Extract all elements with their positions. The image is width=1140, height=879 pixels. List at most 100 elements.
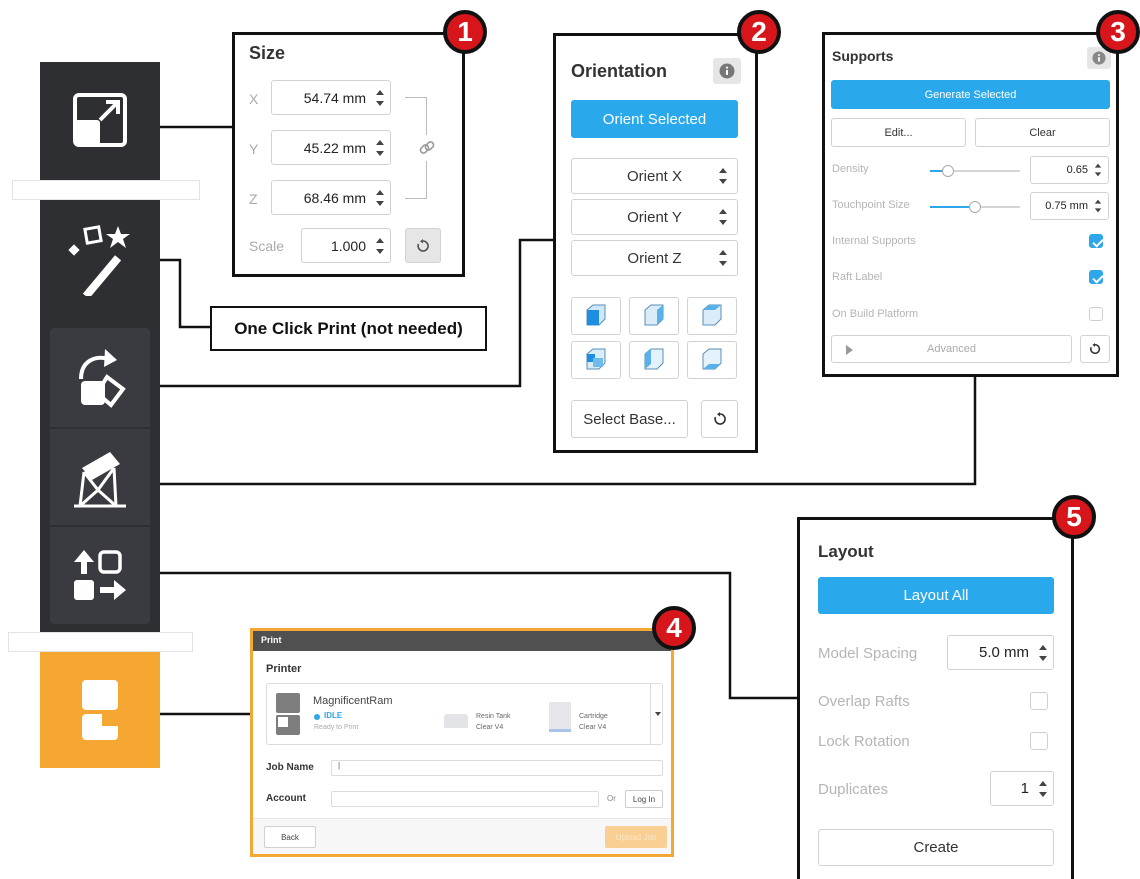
cartridge-value: Clear V4 [579, 724, 607, 731]
stepper-icon[interactable] [1039, 644, 1047, 661]
or-text: Or [607, 794, 616, 803]
layout-all-button[interactable]: Layout All [818, 577, 1054, 614]
touchpoint-size-field[interactable]: 0.75 mm [1030, 192, 1109, 220]
one-click-print-button[interactable] [52, 210, 148, 310]
orient-selected-button[interactable]: Orient Selected [571, 100, 738, 138]
stepper-icon[interactable] [1039, 780, 1047, 797]
stepper-icon[interactable] [376, 89, 384, 106]
generate-selected-button[interactable]: Generate Selected [831, 80, 1110, 109]
clear-supports-button[interactable]: Clear [975, 118, 1110, 147]
panel-title: Size [249, 43, 286, 63]
reset-supports-button[interactable] [1080, 335, 1110, 363]
stepper-icon[interactable] [376, 139, 384, 156]
duplicates-label: Duplicates [818, 781, 889, 798]
supports-icon [74, 452, 126, 508]
job-name-input[interactable]: | [331, 760, 663, 776]
toolbar-separator [12, 180, 200, 200]
model-spacing-field[interactable]: 5.0 mm [947, 635, 1054, 670]
cube-face-icon [644, 348, 664, 370]
lock-rotation-checkbox[interactable] [1030, 732, 1048, 750]
print-dialog: Print Printer MagnificentRam IDLE Ready … [250, 628, 674, 857]
link-proportions-button[interactable] [415, 135, 439, 161]
orient-face-button[interactable] [571, 341, 621, 379]
printer-icon [276, 693, 300, 735]
scale-tool-button[interactable] [52, 70, 148, 170]
expand-arrow-icon [846, 345, 853, 355]
orient-face-button[interactable] [687, 297, 737, 335]
field-value: 1 [1020, 780, 1029, 797]
stepper-icon[interactable] [376, 237, 384, 254]
stepper-icon[interactable] [1094, 163, 1102, 177]
size-x-field[interactable]: 54.74 mm [271, 80, 391, 115]
density-field[interactable]: 0.65 [1030, 156, 1109, 184]
internal-supports-checkbox[interactable] [1089, 234, 1103, 248]
stepper-icon[interactable] [1094, 199, 1102, 213]
duplicates-field[interactable]: 1 [990, 771, 1054, 806]
scale-field[interactable]: 1.000 [301, 228, 391, 263]
callout-badge: 5 [1052, 495, 1096, 539]
density-slider[interactable] [930, 165, 1020, 177]
model-spacing-label: Model Spacing [818, 645, 918, 662]
orientation-tool-button[interactable] [52, 332, 148, 424]
orient-face-button[interactable] [629, 297, 679, 335]
orient-face-button[interactable] [629, 341, 679, 379]
panel-title: Supports [832, 48, 894, 64]
layout-tool-button[interactable] [52, 530, 148, 622]
stepper-icon[interactable] [719, 250, 727, 266]
info-button[interactable] [713, 58, 741, 84]
log-in-button[interactable]: Log In [625, 790, 663, 808]
field-value: 54.74 mm [303, 89, 366, 106]
account-label: Account [266, 793, 306, 804]
stepper-icon[interactable] [376, 189, 384, 206]
create-button[interactable]: Create [818, 829, 1054, 866]
scale-tool-block [40, 62, 160, 180]
raft-label-checkbox[interactable] [1089, 270, 1103, 284]
supports-tool-button[interactable] [52, 432, 148, 524]
printer-status: IDLE [324, 711, 343, 720]
stepper-icon[interactable] [719, 168, 727, 184]
print-tool-button[interactable] [40, 652, 160, 768]
dropdown-divider [650, 684, 651, 744]
layout-panel: Layout Layout All Model Spacing 5.0 mm O… [797, 517, 1074, 879]
on-build-platform-checkbox[interactable] [1089, 307, 1103, 321]
lock-rotation-label: Lock Rotation [818, 733, 910, 750]
axis-label-y: Y [249, 141, 259, 157]
printer-select[interactable]: MagnificentRam IDLE Ready to Print Resin… [266, 683, 663, 745]
cartridge-label: Cartridge [579, 713, 608, 720]
size-z-field[interactable]: 68.46 mm [271, 180, 391, 215]
orient-x-button[interactable]: Orient X [571, 158, 738, 194]
scale-label: Scale [249, 238, 285, 254]
chevron-down-icon[interactable] [655, 712, 661, 716]
touchpoint-slider[interactable] [930, 201, 1020, 213]
cube-face-icon [586, 304, 606, 326]
back-button[interactable]: Back [264, 826, 316, 848]
upload-job-button[interactable]: Upload Job [605, 826, 667, 848]
advanced-toggle-button[interactable]: Advanced [831, 335, 1072, 363]
size-y-field[interactable]: 45.22 mm [271, 130, 391, 165]
tools-block [40, 200, 160, 632]
orient-face-button[interactable] [687, 341, 737, 379]
stepper-icon[interactable] [719, 209, 727, 225]
raft-label-label: Raft Label [832, 271, 883, 283]
panel-title: Layout [818, 542, 874, 561]
orient-z-button[interactable]: Orient Z [571, 240, 738, 276]
edit-supports-button[interactable]: Edit... [831, 118, 966, 147]
orient-y-button[interactable]: Orient Y [571, 199, 738, 235]
reset-scale-button[interactable] [405, 228, 441, 263]
orient-face-button[interactable] [571, 297, 621, 335]
button-label: Orient Y [627, 208, 682, 226]
tool-divider [50, 525, 150, 527]
printer-status-detail: Ready to Print [314, 724, 359, 731]
scale-icon [73, 93, 127, 147]
select-base-button[interactable]: Select Base... [571, 400, 688, 438]
callout-badge: 3 [1096, 10, 1140, 54]
slider-knob[interactable] [942, 165, 954, 177]
overlap-rafts-checkbox[interactable] [1030, 692, 1048, 710]
dialog-titlebar: Print [253, 631, 671, 651]
reset-orientation-button[interactable] [701, 400, 738, 438]
field-value: 45.22 mm [303, 139, 366, 156]
account-input[interactable] [331, 791, 599, 807]
field-value: 68.46 mm [303, 189, 366, 206]
info-icon [1092, 51, 1106, 65]
slider-knob[interactable] [969, 201, 981, 213]
